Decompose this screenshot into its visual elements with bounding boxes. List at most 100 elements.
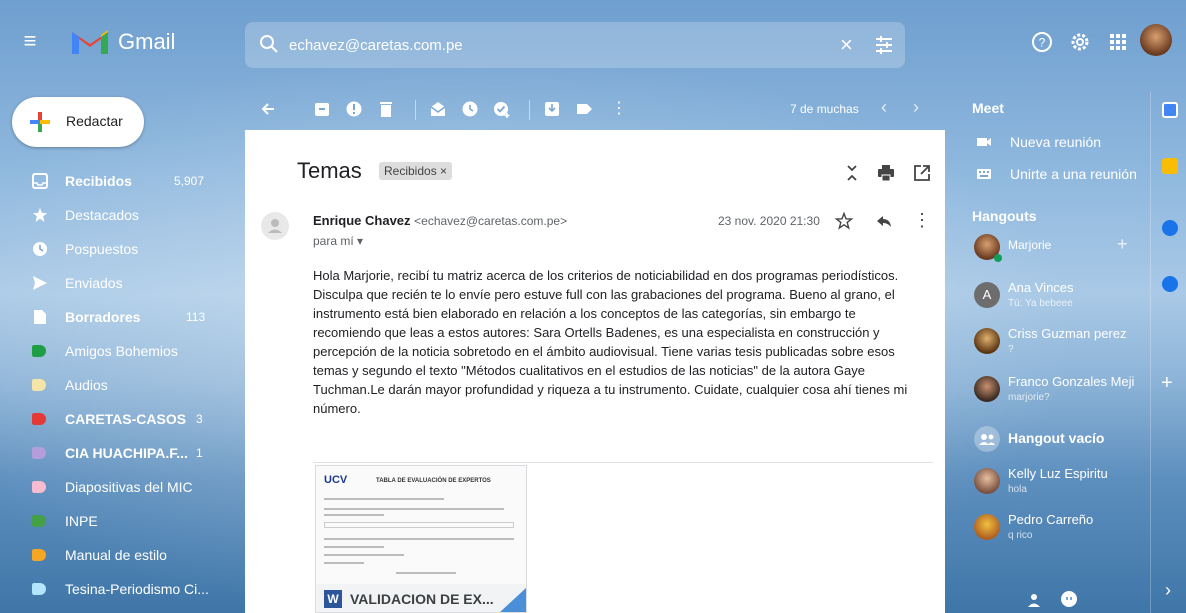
new-meeting-item[interactable]: Nueva reunión [972,130,1142,156]
hangouts-title: Hangouts [972,208,1037,224]
label-icon [32,481,46,493]
nav-item-amigos-bohemios[interactable]: Amigos Bohemios [0,334,240,368]
message-view: Temas Recibidos × Enrique Chavez <echave… [245,130,945,613]
search-options-icon[interactable] [873,34,895,56]
compose-button[interactable]: Redactar [12,97,144,147]
nav-item-pospuestos[interactable]: Pospuestos [0,232,240,266]
contact-snippet: q rico [1008,530,1033,541]
nav-item-tesina[interactable]: Tesina-Periodismo Ci... [0,572,240,606]
add-task-icon[interactable] [493,100,511,118]
label-icon [32,447,46,459]
nav-item-audios[interactable]: Audios [0,368,240,402]
sender-avatar[interactable] [261,212,289,240]
label-icon [32,515,46,527]
clear-search-icon[interactable]: × [840,32,853,58]
nav-item-borradores[interactable]: Borradores 113 [0,300,240,334]
nav-item-caretas-casos[interactable]: CARETAS-CASOS 3 [0,402,240,436]
apps-grid-icon[interactable] [1106,30,1130,54]
message-body: Hola Marjorie, recibí tu matriz acerca d… [313,268,908,416]
contact-item[interactable]: Franco Gonzales Meji marjorie? [972,372,1142,412]
nav-label: Amigos Bohemios [65,343,178,359]
side-apps-strip: + › [1150,92,1186,613]
keep-icon[interactable] [1162,158,1178,174]
nav-item-destacados[interactable]: Destacados [0,198,240,232]
get-addons-icon[interactable]: + [1161,372,1173,395]
collapse-all-icon[interactable] [843,164,861,182]
attachment-card[interactable]: UCV TABLA DE EVALUACIÓN DE EXPERTOS W VA… [315,465,527,613]
attachment-name: VALIDACION DE EX... [350,591,494,607]
open-new-window-icon[interactable] [913,164,931,182]
contact-item[interactable]: Kelly Luz Espiritu hola [972,464,1142,504]
mark-unread-icon[interactable] [429,100,447,118]
chat-bubble-icon[interactable] [1060,590,1078,608]
print-icon[interactable] [877,164,895,182]
nav-label: Tesina-Periodismo Ci... [65,581,209,597]
search-input[interactable] [289,34,809,56]
attachment-thumbnail: UCV TABLA DE EVALUACIÓN DE EXPERTOS [316,466,526,586]
main-menu-icon[interactable]: ≡ [18,30,42,54]
expand-panel-icon[interactable]: › [1165,580,1171,601]
nav-item-inpe[interactable]: INPE [0,504,240,538]
person-icon [268,219,282,233]
label-as-icon[interactable] [575,100,593,118]
contact-name: Franco Gonzales Meji [1008,374,1135,389]
message-date: 23 nov. 2020 21:30 [718,214,820,228]
move-to-icon[interactable] [543,100,561,118]
label-chip-recibidos[interactable]: Recibidos × [379,162,453,180]
doc-line [396,572,456,574]
nav-item-diapositivas[interactable]: Diapositivas del MIC [0,470,240,504]
contact-item[interactable]: A Ana Vinces Tú: Ya bebeee [972,278,1142,318]
contact-avatar [974,514,1000,540]
nav-item-manual-estilo[interactable]: Manual de estilo [0,538,240,572]
meet-title: Meet [972,100,1004,116]
ucv-logo: UCV [324,474,348,486]
recipient-details[interactable]: para mí ▾ [313,234,363,248]
report-spam-icon[interactable] [345,100,363,118]
message-counter: 7 de muchas [790,102,859,116]
snooze-icon[interactable] [461,100,479,118]
toolbar-divider [529,100,530,120]
contacts-icon[interactable] [1162,276,1178,292]
label-icon [32,583,46,595]
calendar-icon[interactable] [1162,102,1178,118]
nav-item-enviados[interactable]: Enviados [0,266,240,300]
video-camera-icon [977,138,991,146]
contact-snippet: ? [1008,344,1014,355]
tasks-icon[interactable] [1162,220,1178,236]
settings-icon[interactable] [1068,30,1092,54]
nav-label: Recibidos [65,173,132,189]
sender-name[interactable]: Enrique Chavez [313,213,411,228]
attachment-corner [500,588,526,612]
join-meeting-item[interactable]: Unirte a una reunión [972,162,1142,188]
contact-item[interactable]: Pedro Carreño q rico [972,510,1142,550]
new-conversation-icon[interactable]: + [1117,234,1128,255]
self-status[interactable]: Marjorie + [972,230,1142,270]
message-more-icon[interactable]: ⋮ [913,210,931,231]
newer-chevron-icon[interactable]: ‹ [881,97,887,118]
account-avatar[interactable] [1140,24,1172,56]
reply-icon[interactable] [875,212,893,230]
doc-line [324,538,514,540]
more-options-icon[interactable]: ⋮ [611,98,627,118]
star-icon [33,208,47,222]
contacts-person-icon[interactable] [1026,592,1042,608]
delete-icon[interactable] [377,100,395,118]
contact-avatar [974,328,1000,354]
older-chevron-icon[interactable]: › [913,97,919,118]
contact-name: Kelly Luz Espiritu [1008,466,1108,481]
contact-item[interactable]: Criss Guzman perez ? [972,324,1142,364]
contact-item[interactable]: Hangout vacío [972,422,1142,462]
nav-item-cia-huachipa[interactable]: CIA HUACHIPA.F... 1 [0,436,240,470]
doc-line [324,562,364,564]
nav-label: INPE [65,513,98,529]
keyboard-icon [977,169,991,179]
nav-label: Diapositivas del MIC [65,479,193,495]
back-arrow-icon[interactable] [259,100,277,118]
search-icon[interactable] [259,34,279,54]
nav-count: 5,907 [174,174,205,188]
nav-item-recibidos[interactable]: Recibidos 5,907 [0,164,240,198]
star-outline-icon[interactable] [835,212,853,230]
archive-icon[interactable] [313,100,331,118]
help-icon[interactable]: ? [1030,30,1054,54]
nav-label: Audios [65,377,108,393]
